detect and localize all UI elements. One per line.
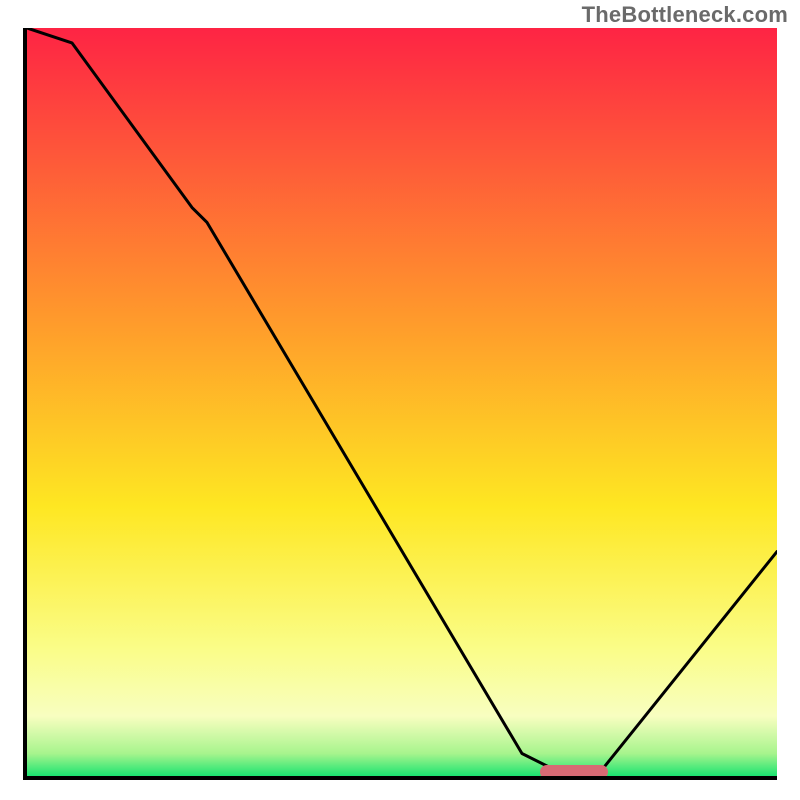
watermark-text: TheBottleneck.com — [582, 2, 788, 28]
optimal-marker — [540, 765, 608, 779]
chart-container: TheBottleneck.com — [0, 0, 800, 800]
plot-svg — [27, 28, 777, 776]
plot-area — [23, 28, 777, 780]
gradient-rect — [27, 28, 777, 776]
